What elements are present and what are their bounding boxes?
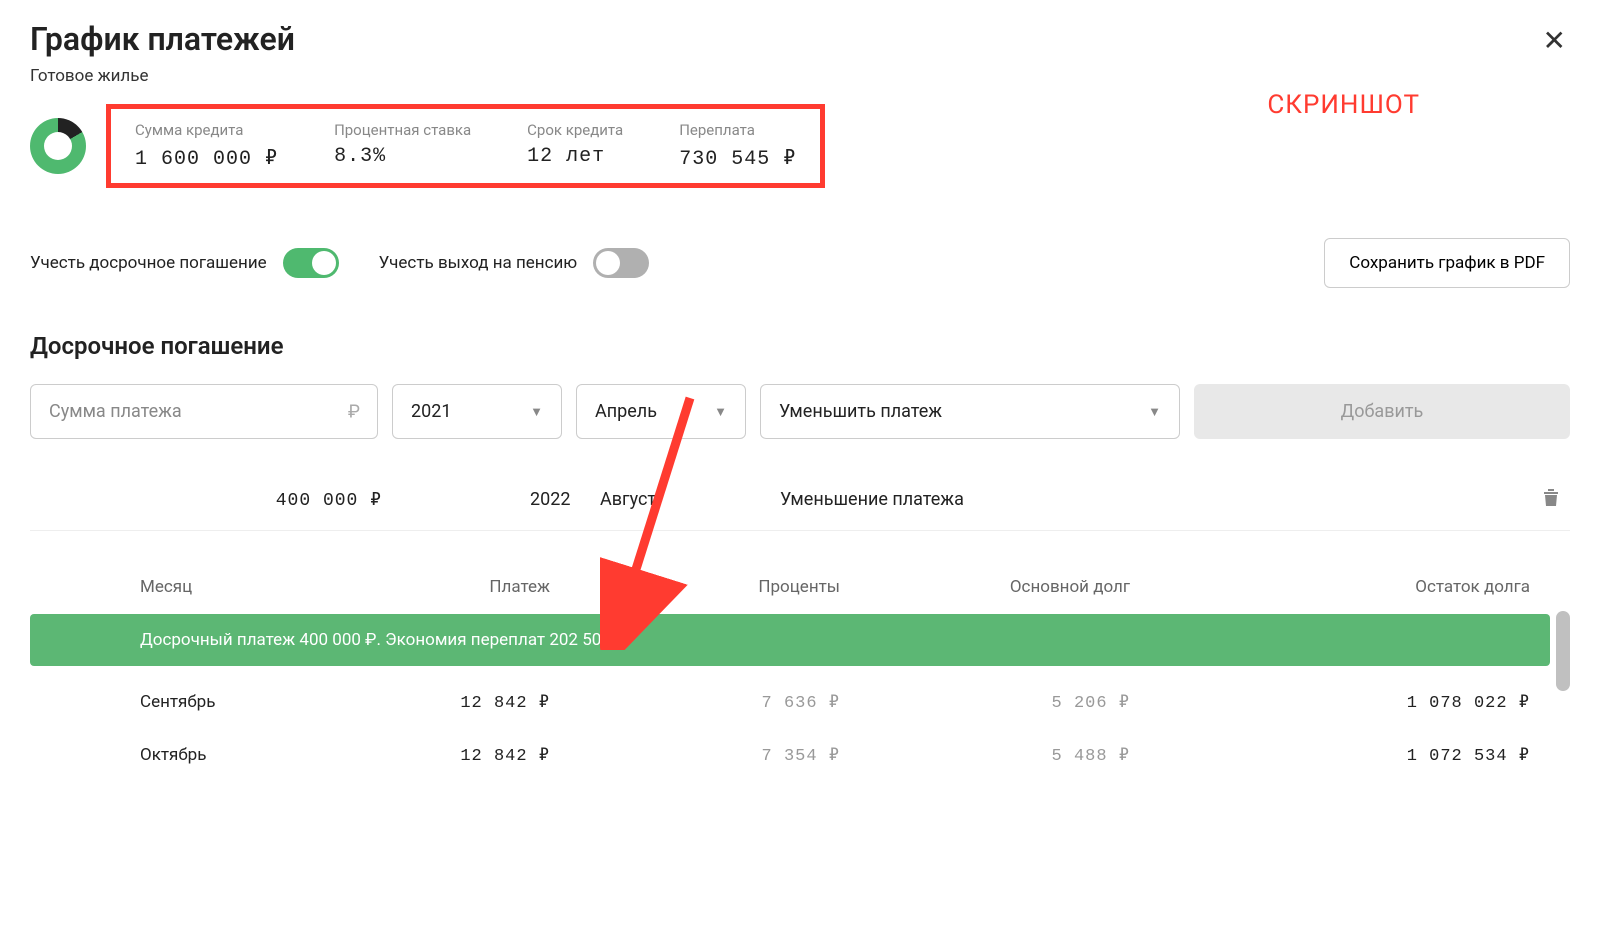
rate-value: 8.3% bbox=[334, 145, 471, 168]
loan-summary-box: Сумма кредита 1 600 000 ₽ Процентная ста… bbox=[106, 104, 825, 188]
donut-chart-icon bbox=[30, 118, 86, 174]
early-payment-banner: Досрочный платеж 400 000 ₽. Экономия пер… bbox=[30, 614, 1550, 666]
cell-principal: 5 206 ₽ bbox=[870, 692, 1160, 713]
overpay-value: 730 545 ₽ bbox=[679, 145, 796, 171]
col-payment-header: Платеж bbox=[360, 577, 580, 597]
table-row: Сентябрь12 842 ₽7 636 ₽5 206 ₽1 078 022 … bbox=[30, 676, 1570, 729]
screenshot-annotation: СКРИНШОТ bbox=[1267, 90, 1420, 120]
col-principal-header: Основной долг bbox=[870, 577, 1160, 597]
cell-balance: 1 078 022 ₽ bbox=[1160, 692, 1570, 713]
month-select-value: Апрель bbox=[595, 401, 657, 422]
existing-action: Уменьшение платежа bbox=[780, 489, 1542, 510]
loan-amount-label: Сумма кредита bbox=[135, 121, 278, 139]
cell-payment: 12 842 ₽ bbox=[360, 692, 580, 713]
action-select-value: Уменьшить платеж bbox=[779, 401, 942, 422]
pension-toggle[interactable] bbox=[593, 248, 649, 278]
year-select[interactable]: 2021 ▼ bbox=[392, 384, 562, 439]
overpay-label: Переплата bbox=[679, 121, 796, 139]
term-label: Срок кредита bbox=[527, 121, 623, 139]
chevron-down-icon: ▼ bbox=[1148, 404, 1161, 420]
page-title: График платежей bbox=[30, 20, 295, 58]
term-value: 12 лет bbox=[527, 145, 623, 168]
cell-payment: 12 842 ₽ bbox=[360, 745, 580, 766]
chevron-down-icon: ▼ bbox=[714, 404, 727, 420]
col-interest-header: Проценты bbox=[580, 577, 870, 597]
cell-principal: 5 488 ₽ bbox=[870, 745, 1160, 766]
table-header: Месяц Платеж Проценты Основной долг Оста… bbox=[30, 561, 1570, 614]
early-repayment-heading: Досрочное погашение bbox=[30, 332, 1570, 360]
col-balance-header: Остаток долга bbox=[1160, 577, 1570, 597]
existing-month: Август bbox=[600, 489, 780, 510]
scrollbar[interactable] bbox=[1556, 611, 1570, 691]
chevron-down-icon: ▼ bbox=[530, 404, 543, 420]
action-select[interactable]: Уменьшить платеж ▼ bbox=[760, 384, 1180, 439]
page-subtitle: Готовое жилье bbox=[30, 66, 295, 86]
cell-month: Октябрь bbox=[30, 745, 360, 766]
loan-amount-value: 1 600 000 ₽ bbox=[135, 145, 278, 171]
existing-year: 2022 bbox=[530, 489, 600, 510]
year-select-value: 2021 bbox=[411, 401, 451, 422]
trash-icon[interactable] bbox=[1542, 487, 1570, 512]
payment-amount-input[interactable] bbox=[30, 384, 378, 439]
early-repay-toggle[interactable] bbox=[283, 248, 339, 278]
cell-month: Сентябрь bbox=[30, 692, 360, 713]
month-select[interactable]: Апрель ▼ bbox=[576, 384, 746, 439]
cell-balance: 1 072 534 ₽ bbox=[1160, 745, 1570, 766]
col-month-header: Месяц bbox=[30, 577, 360, 597]
rate-label: Процентная ставка bbox=[334, 121, 471, 139]
save-pdf-button[interactable]: Сохранить график в PDF bbox=[1324, 238, 1570, 288]
cell-interest: 7 636 ₽ bbox=[580, 692, 870, 713]
ruble-icon: ₽ bbox=[348, 401, 360, 422]
add-button[interactable]: Добавить bbox=[1194, 384, 1570, 439]
existing-amount: 400 000 ₽ bbox=[30, 489, 530, 511]
close-icon[interactable]: ✕ bbox=[1539, 20, 1570, 61]
cell-interest: 7 354 ₽ bbox=[580, 745, 870, 766]
pension-toggle-label: Учесть выход на пенсию bbox=[379, 253, 578, 273]
early-repay-toggle-label: Учесть досрочное погашение bbox=[30, 253, 267, 273]
table-row: Октябрь12 842 ₽7 354 ₽5 488 ₽1 072 534 ₽ bbox=[30, 729, 1570, 782]
existing-payment-row: 400 000 ₽ 2022 Август Уменьшение платежа bbox=[30, 469, 1570, 531]
